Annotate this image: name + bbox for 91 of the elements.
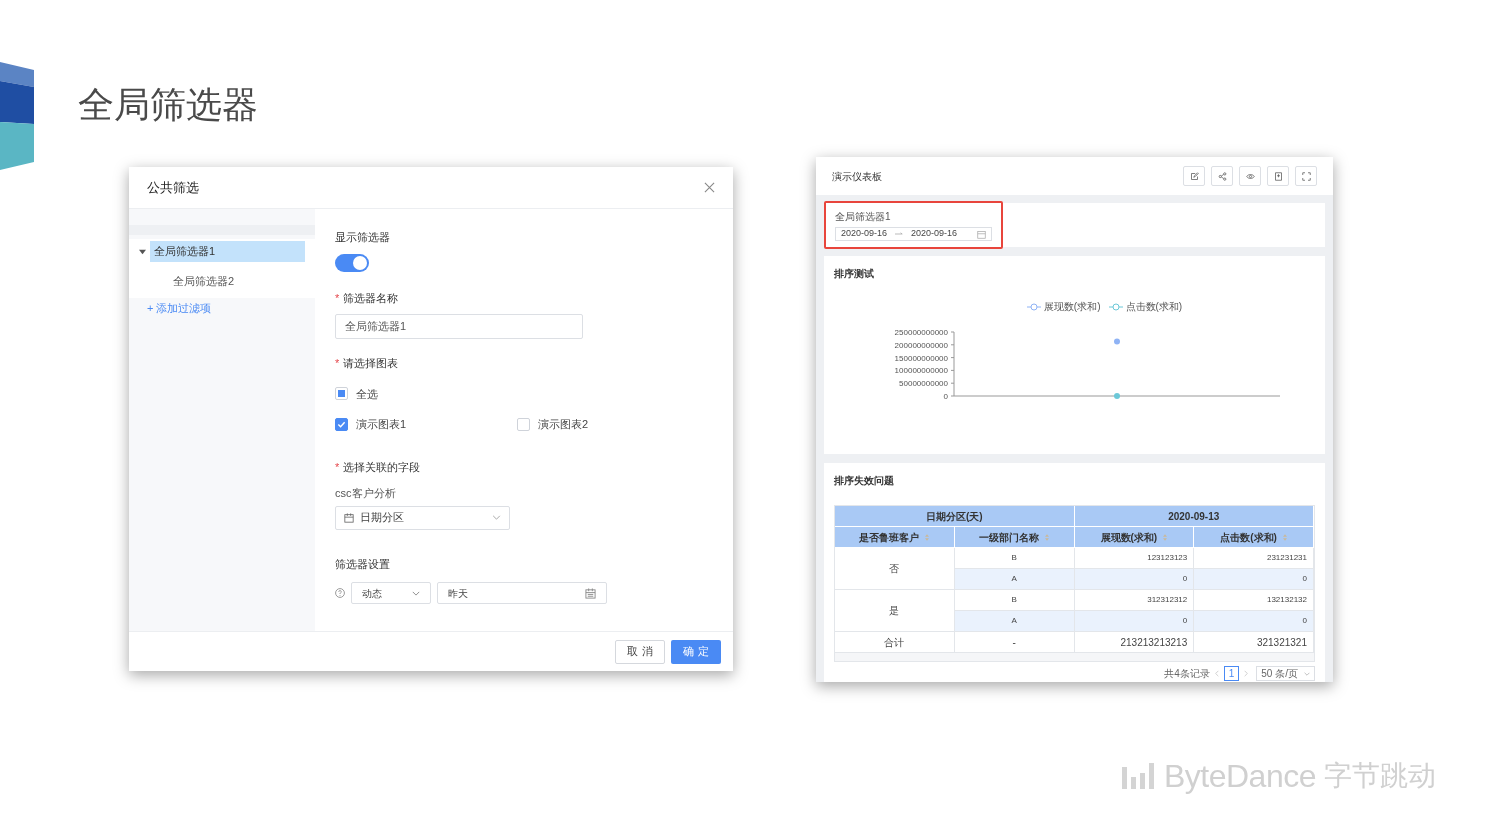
tree-item[interactable]: 全局筛选器1	[150, 241, 305, 262]
source-label: csc客户分析	[335, 486, 397, 501]
table-cell: 0	[1074, 611, 1195, 632]
chevron-down-icon	[1304, 671, 1310, 676]
legend-marker-icon	[1026, 302, 1041, 311]
calendar-icon	[344, 512, 354, 523]
field-label: 筛选器设置	[335, 556, 391, 572]
required-mark: *	[335, 290, 340, 306]
axis-label: 0	[943, 392, 948, 401]
dashboard-title: 演示仪表板	[832, 169, 882, 184]
page-size-dropdown[interactable]: 50 条/页	[1256, 666, 1315, 681]
sort-icon	[1282, 533, 1287, 541]
legend-label: 点击数(求和)	[1125, 300, 1183, 314]
data-point	[1114, 393, 1120, 399]
chevron-down-icon	[412, 590, 420, 596]
help-icon[interactable]	[335, 588, 345, 598]
calendar-icon	[977, 229, 986, 239]
tree-item[interactable]: 全局筛选器2	[173, 274, 235, 287]
sort-icon	[1163, 533, 1168, 541]
axis-label: 50000000000	[899, 379, 948, 389]
checkbox-label: 演示图表2	[538, 417, 589, 432]
column-header[interactable]: 展现数(求和)	[1074, 527, 1195, 548]
edit-icon[interactable]	[1183, 166, 1205, 186]
table-cell: 321321321	[1194, 632, 1314, 653]
checkbox[interactable]	[335, 417, 348, 431]
table-cell: 132132132	[1194, 590, 1314, 611]
date-picker[interactable]: 昨天	[437, 582, 607, 604]
table-cell: B	[954, 590, 1075, 611]
sort-icon	[925, 533, 930, 541]
table-cell: A	[954, 611, 1075, 632]
required-mark: *	[335, 356, 340, 371]
chevron-down-icon	[492, 515, 501, 520]
column-header[interactable]: 点击数(求和)	[1194, 527, 1314, 548]
field-dropdown[interactable]: 日期分区	[335, 505, 510, 530]
table-cell: 0	[1194, 569, 1314, 590]
checkbox-label: 演示图表1	[356, 417, 407, 432]
table-header: 2020-09-13	[1074, 506, 1314, 527]
y-axis	[950, 331, 955, 397]
axis-label: 100000000000	[894, 366, 948, 376]
share-icon[interactable]	[1211, 166, 1233, 186]
cancel-button[interactable]: 取 消	[615, 639, 665, 664]
dialog-title: 公共筛选	[147, 178, 199, 197]
calendar-icon	[585, 587, 596, 599]
table-header: 日期分区(天)	[835, 506, 1075, 527]
bookmark-icon[interactable]	[1267, 166, 1289, 186]
table-cell: 123123123	[1074, 548, 1195, 569]
legend-marker-icon	[1108, 302, 1123, 311]
field-label: 选择关联的字段	[343, 459, 421, 475]
panel-title: 排序测试	[834, 267, 875, 281]
table-cell: B	[954, 548, 1075, 569]
table-cell: 合计	[835, 632, 955, 653]
slide-title: 全局筛选器	[78, 83, 258, 127]
column-header[interactable]: 是否鲁班客户	[835, 527, 955, 548]
logo-bars-icon	[1121, 761, 1156, 791]
toggle-switch[interactable]	[335, 253, 369, 272]
field-label: 请选择图表	[343, 356, 399, 371]
table-cell: A	[954, 569, 1075, 590]
data-point	[1114, 338, 1120, 345]
check-icon	[337, 419, 346, 429]
axis-label: 150000000000	[894, 353, 948, 363]
field-label: 显示筛选器	[335, 230, 391, 245]
fullscreen-icon[interactable]	[1295, 166, 1317, 186]
partial-check-icon	[338, 390, 345, 398]
filter-label: 全局筛选器1	[835, 210, 892, 224]
table-cell: -	[954, 632, 1075, 653]
close-icon[interactable]	[704, 182, 715, 193]
table-cell: 312312312	[1074, 590, 1195, 611]
checkbox[interactable]	[335, 387, 348, 401]
column-header[interactable]: 一级部门名称	[954, 527, 1075, 548]
caret-icon[interactable]	[139, 247, 146, 255]
table-cell: 231231231	[1194, 548, 1314, 569]
record-count: 共4条记录	[1164, 667, 1210, 681]
checkbox[interactable]	[517, 417, 530, 431]
required-mark: *	[335, 459, 340, 475]
eye-icon[interactable]	[1239, 166, 1261, 186]
table-cell: 0	[1194, 611, 1314, 632]
sort-icon	[1045, 533, 1050, 541]
panel-title: 排序失效问题	[834, 474, 895, 488]
page-number[interactable]: 1	[1223, 666, 1240, 681]
arrow-right-icon	[895, 232, 904, 236]
legend-label: 展现数(求和)	[1043, 300, 1101, 314]
field-label: 筛选器名称	[343, 290, 399, 306]
checkbox-label: 全选	[356, 386, 378, 402]
mode-dropdown[interactable]: 动态	[351, 582, 431, 604]
date-range-picker[interactable]: 2020-09-16 2020-09-16	[835, 227, 992, 241]
axis-label: 250000000000	[894, 328, 948, 337]
dropdown-value: 日期分区	[360, 510, 405, 526]
table-cell: 0	[1074, 569, 1195, 590]
axis-label: 200000000000	[894, 340, 948, 350]
name-input[interactable]: 全局筛选器1	[335, 314, 583, 339]
table-cell: 213213213213	[1074, 632, 1195, 653]
